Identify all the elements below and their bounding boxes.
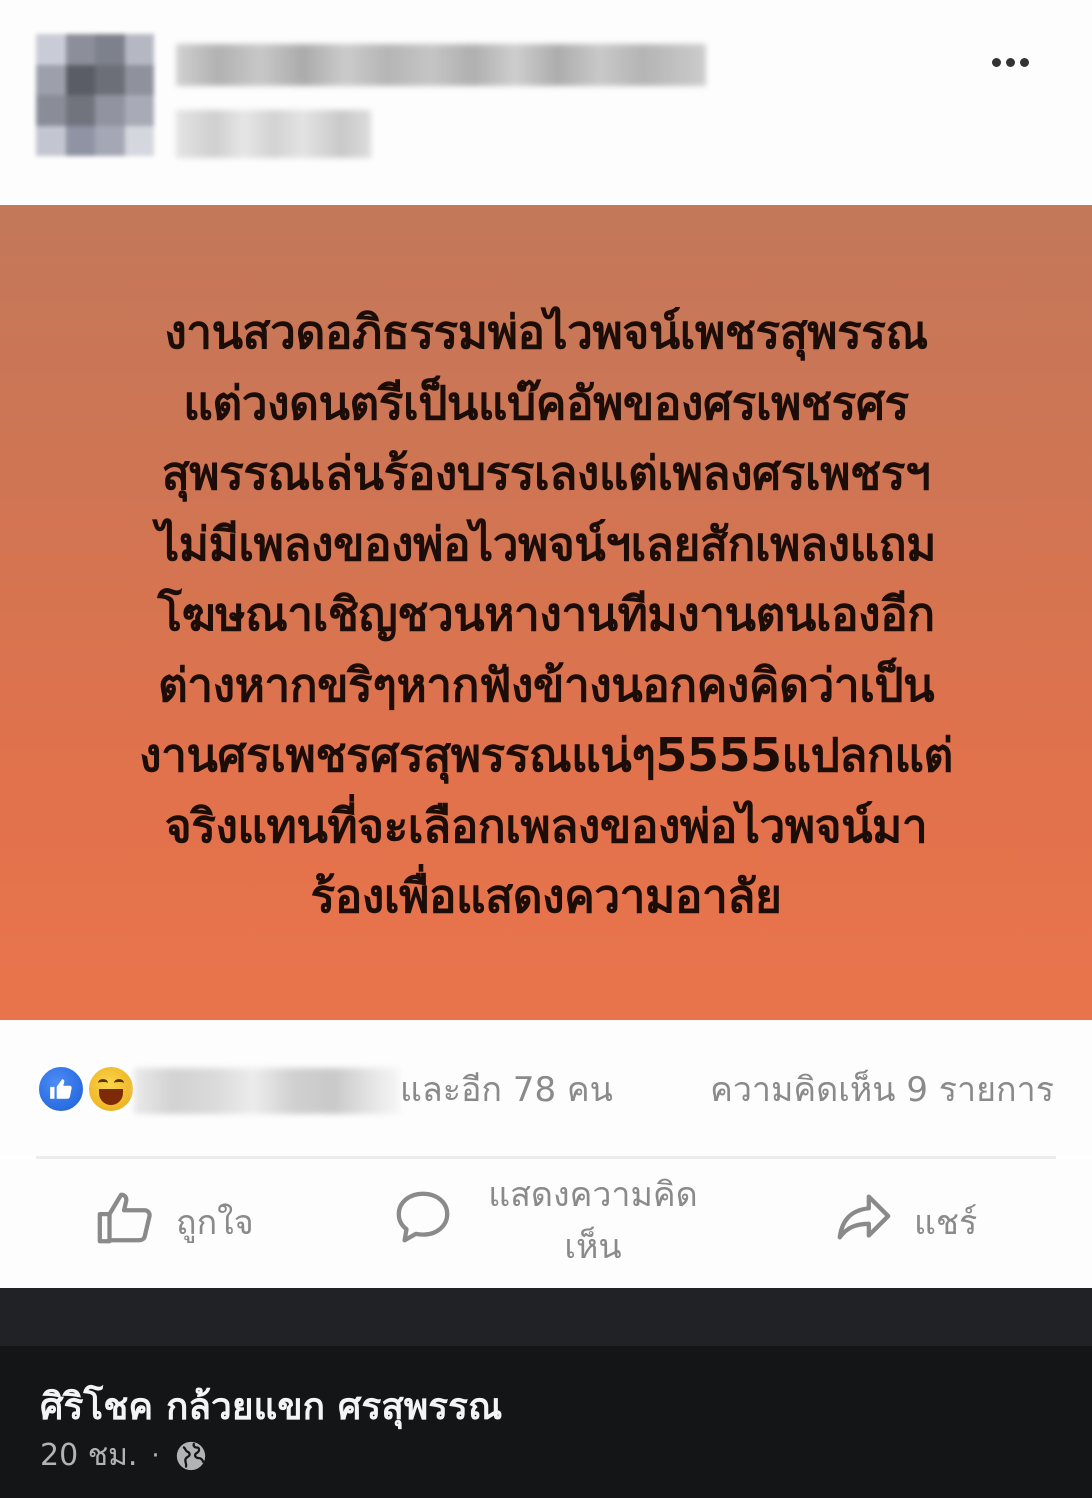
status-line: ร้องเพื่อแสดงความอาลัย	[310, 869, 782, 923]
status-line: ไม่มีเพลงของพ่อไวพจน์ฯเลยสักเพลงแถม	[156, 516, 936, 571]
status-card: งานสวดอภิธรรมพ่อไวพจน์เพชรสุพรรณ แต่วงดน…	[0, 205, 1092, 1020]
thumbs-up-icon	[94, 1187, 156, 1258]
status-line: โฆษณาเชิญชวนหางานทีมงานตนเองอีก	[157, 587, 935, 641]
reactions-summary: และอีก 78 คน ความคิดเห็น 9 รายการ	[0, 1020, 1092, 1156]
like-reaction-icon[interactable]	[36, 1064, 86, 1114]
meta-separator: ·	[151, 1441, 160, 1471]
like-label: ถูกใจ	[176, 1203, 254, 1243]
status-line: งานสวดอภิธรรมพ่อไวพจน์เพชรสุพรรณ	[164, 305, 928, 359]
avatar[interactable]	[36, 34, 154, 156]
comment-label: แสดงความคิดเห็น	[488, 1175, 698, 1267]
reaction-count[interactable]: และอีก 78 คน	[400, 1062, 613, 1118]
more-options-button[interactable]	[980, 48, 1040, 76]
status-line: สุพรรณเล่นร้องบรรเลงแต่เพลงศรเพชรฯ	[161, 446, 931, 500]
post-time[interactable]: 20 ชม.	[40, 1433, 137, 1479]
reactor-names-blurred[interactable]	[134, 1068, 400, 1114]
poster-name[interactable]: ศิริโชค กล้วยแขก ศรสุพรรณ	[40, 1378, 502, 1436]
post-header	[0, 0, 1092, 205]
outer-post-separator	[0, 1288, 1092, 1346]
action-bar: ถูกใจ แสดงความคิดเห็น แชร์	[0, 1159, 1092, 1288]
poster-meta: 20 ชม. ·	[40, 1433, 208, 1479]
status-line: ต่างหากขริๆหากฟังข้างนอกคงคิดว่าเป็น	[157, 657, 935, 712]
globe-icon[interactable]	[174, 1439, 208, 1473]
share-button[interactable]: แชร์	[832, 1189, 977, 1255]
status-text: งานสวดอภิธรรมพ่อไวพจน์เพชรสุพรรณ แต่วงดน…	[70, 297, 1022, 932]
status-line: แต่วงดนตรีเป็นแบ๊คอัพของศรเพชรศร	[183, 375, 909, 430]
haha-reaction-icon[interactable]	[86, 1064, 136, 1114]
status-line: งานศรเพชรศรสุพรรณแน่ๆ5555แปลกแต่	[139, 728, 953, 782]
post-time-blurred	[176, 110, 371, 158]
comment-button[interactable]: แสดงความคิดเห็น	[392, 1173, 708, 1269]
more-dots-icon	[991, 57, 1001, 67]
author-name-blurred[interactable]	[176, 44, 706, 86]
share-label: แชร์	[914, 1203, 978, 1243]
share-arrow-icon	[832, 1187, 894, 1258]
status-line: จริงแทนที่จะเลือกเพลงของพ่อไวพจน์มา	[164, 798, 928, 853]
speech-bubble-icon	[392, 1186, 454, 1257]
comment-count[interactable]: ความคิดเห็น 9 รายการ	[710, 1062, 1054, 1118]
like-button[interactable]: ถูกใจ	[94, 1189, 254, 1255]
